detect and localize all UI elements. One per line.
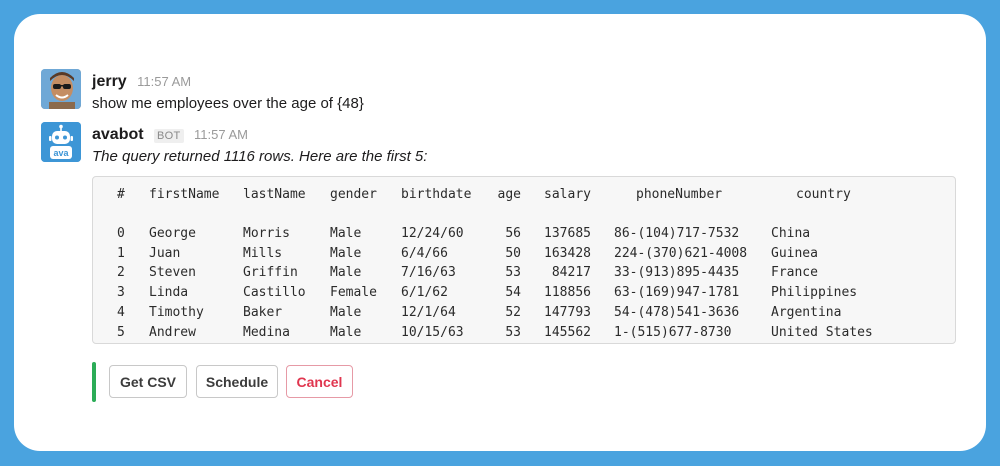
table-cell: 224-(370)621-4008 [614, 245, 748, 261]
cancel-button[interactable]: Cancel [286, 365, 353, 398]
table-cell: 54-(478)541-3636 [614, 304, 740, 320]
table-cell: Castillo [243, 285, 306, 301]
table-header-cell: salary [544, 187, 591, 202]
table-cell: 2 [117, 265, 125, 281]
table-cell: 6/1/62 [401, 285, 448, 301]
table-cell: 7/16/63 [401, 265, 456, 281]
table-cell: 10/15/63 [401, 324, 464, 340]
table-cell: France [771, 265, 818, 281]
table-cell: Philippines [771, 285, 858, 301]
attachment-accent-bar [92, 362, 96, 402]
table-header-cell: firstName [149, 187, 220, 202]
table-row: 3 Linda Castillo Female 6/1/62 54 118856 63-(16… [93, 285, 955, 303]
table-cell: 84217 [551, 265, 591, 281]
table-cell: China [771, 226, 811, 241]
table-header-cell: birthdate [401, 187, 472, 202]
table-cell: 53 [505, 265, 521, 281]
table-cell: 12/24/60 [401, 226, 464, 241]
table-cell: 86-(104)717-7532 [614, 226, 740, 241]
table-cell: 56 [505, 226, 521, 241]
bot-badge: BOT [154, 129, 184, 143]
table-row: 5 Andrew Medina Male 10/15/63 53 145562 1-(515)… [93, 325, 955, 343]
table-cell: 5 [117, 324, 125, 340]
table-row: 4 Timothy Baker Male 12/1/64 52 147793 54-(478)… [93, 305, 955, 323]
chat-card: jerry 11:57 AM show me employees over th… [14, 14, 986, 451]
table-cell: Mills [243, 245, 283, 261]
timestamp[interactable]: 11:57 AM [137, 74, 191, 89]
table-cell: 54 [505, 285, 521, 301]
table-cell: Female [330, 285, 377, 301]
table-cell: 63-(169)947-1781 [614, 285, 740, 301]
table-cell: Male [330, 265, 362, 281]
table-cell: Medina [243, 324, 290, 340]
table-header-cell: # [117, 187, 125, 202]
table-cell: 1-(515)677-8730 [614, 324, 732, 340]
timestamp[interactable]: 11:57 AM [194, 127, 248, 142]
table-header-cell: country [796, 187, 851, 202]
table-cell: United States [771, 324, 873, 340]
table-cell: Juan [149, 245, 181, 261]
schedule-button[interactable]: Schedule [196, 365, 278, 398]
table-cell: 0 [117, 226, 125, 241]
table-row: 0 George Morris Male 12/24/60 56 137685 86-(104… [93, 226, 955, 244]
robot-icon: ava [41, 122, 81, 162]
table-cell: Male [330, 245, 362, 261]
author-name[interactable]: avabot [92, 126, 144, 143]
message-text: The query returned 1116 rows. Here are t… [92, 148, 428, 165]
table-header-cell: lastName [243, 187, 306, 202]
table-cell: Male [330, 324, 362, 340]
bot-avatar-label: ava [53, 148, 69, 158]
table-cell: 147793 [544, 304, 591, 320]
bot-avatar[interactable]: ava [41, 122, 81, 162]
table-cell: 1 [117, 245, 125, 261]
message-text: show me employees over the age of {48} [92, 95, 364, 112]
table-cell: 118856 [544, 285, 591, 301]
person-icon [41, 69, 81, 109]
table-header-cell: age [497, 187, 521, 202]
table-cell: 3 [117, 285, 125, 301]
table-cell: Morris [243, 226, 290, 241]
table-cell: 137685 [544, 226, 591, 241]
table-cell: Baker [243, 304, 283, 320]
table-cell: Linda [149, 285, 189, 301]
table-cell: 52 [505, 304, 521, 320]
table-cell: 12/1/64 [401, 304, 456, 320]
table-row: 2 Steven Griffin Male 7/16/63 53 84217 33-(913)… [93, 265, 955, 283]
get-csv-button[interactable]: Get CSV [109, 365, 187, 398]
table-cell: Male [330, 304, 362, 320]
table-cell: Timothy [149, 304, 204, 320]
table-cell: 6/4/66 [401, 245, 448, 261]
table-cell: 4 [117, 304, 125, 320]
table-cell: Steven [149, 265, 196, 281]
table-cell: George [149, 226, 196, 241]
author-name[interactable]: jerry [92, 73, 127, 90]
table-row: 1 Juan Mills Male 6/4/66 50 163428 224-(370)621… [93, 246, 955, 264]
table-header-row: # firstName lastName gender birthdate age sala… [93, 187, 955, 205]
table-cell: 50 [505, 245, 521, 261]
table-cell: Male [330, 226, 362, 241]
table-cell: 53 [505, 324, 521, 340]
table-cell: Griffin [243, 265, 298, 281]
user-avatar[interactable] [41, 69, 81, 109]
table-cell: Andrew [149, 324, 196, 340]
query-result-table: # firstName lastName gender birthdate age sala… [92, 176, 956, 344]
table-cell: 145562 [544, 324, 591, 340]
table-cell: Argentina [771, 304, 842, 320]
table-header-cell: phoneNumber [636, 187, 723, 202]
table-cell: 33-(913)895-4435 [614, 265, 740, 281]
table-cell: 163428 [544, 245, 591, 261]
table-header-cell: gender [330, 187, 377, 202]
table-cell: Guinea [771, 245, 818, 261]
